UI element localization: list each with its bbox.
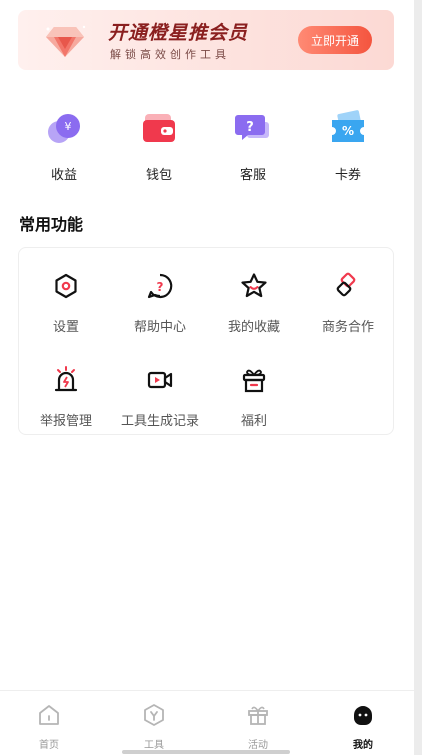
gift-icon	[242, 369, 266, 393]
common-functions-card: 设置 ? 帮助中心 我的收藏 商务合作 举报管理 工具生成记录 福利	[18, 247, 394, 435]
video-record-icon	[147, 371, 173, 389]
alarm-icon	[54, 366, 78, 392]
customer-service-icon: ?	[235, 115, 269, 140]
help-icon: ?	[147, 273, 173, 299]
func-label-report-management: 举报管理	[39, 414, 92, 429]
coin-icon: ¥	[48, 114, 80, 143]
func-label-benefits: 福利	[240, 414, 267, 429]
star-icon	[241, 273, 267, 298]
func-item-report-management[interactable]: 举报管理	[19, 366, 113, 429]
activity-gift-icon	[248, 706, 268, 725]
coupon-icon: %	[332, 110, 364, 142]
profile-icon	[354, 706, 372, 725]
nav-label-tools: 工具	[144, 740, 164, 751]
quick-label-wallet: 钱包	[145, 168, 172, 183]
quick-label-customer-service: 客服	[239, 168, 266, 183]
section-title: 常用功能	[19, 215, 84, 234]
svg-text:?: ?	[157, 280, 164, 294]
svg-text:¥: ¥	[65, 120, 72, 133]
diamond-logo-icon	[46, 25, 86, 57]
quick-item-earnings[interactable]: ¥ 收益	[34, 108, 94, 183]
tools-icon	[144, 704, 164, 726]
nav-item-home[interactable]: 首页	[19, 703, 79, 751]
quick-label-coupon: 卡券	[334, 168, 361, 183]
vip-banner[interactable]: 开通橙星推会员 解锁高效创作工具 立即开通	[18, 10, 394, 70]
vip-title: 开通橙星推会员	[108, 22, 249, 44]
func-label-favorites: 我的收藏	[227, 320, 280, 335]
settings-icon	[55, 273, 77, 299]
quick-item-wallet[interactable]: 钱包	[129, 108, 189, 183]
func-label-help-center: 帮助中心	[133, 320, 186, 335]
quick-item-coupon[interactable]: % 卡券	[318, 108, 378, 183]
home-icon	[39, 705, 59, 725]
func-item-benefits[interactable]: 福利	[207, 366, 301, 429]
wallet-icon	[143, 114, 175, 142]
svg-text:%: %	[342, 124, 354, 138]
func-item-tool-records[interactable]: 工具生成记录	[113, 366, 207, 429]
vip-subtitle: 解锁高效创作工具	[110, 48, 230, 61]
open-vip-button[interactable]: 立即开通	[298, 26, 372, 54]
home-indicator	[122, 750, 290, 754]
cooperation-icon	[336, 272, 356, 297]
func-label-business-cooperation: 商务合作	[321, 320, 374, 335]
scrollbar[interactable]	[414, 0, 422, 755]
func-label-settings: 设置	[52, 320, 79, 335]
nav-label-activity: 活动	[248, 740, 268, 751]
quick-actions: ¥ 收益 钱包 ? 客服 % 卡券	[18, 108, 394, 188]
quick-item-customer-service[interactable]: ? 客服	[223, 108, 283, 183]
svg-text:?: ?	[246, 120, 254, 135]
func-item-settings[interactable]: 设置	[19, 272, 113, 335]
nav-item-mine[interactable]: 我的	[333, 703, 393, 751]
func-item-help-center[interactable]: ? 帮助中心	[113, 272, 207, 335]
nav-label-home: 首页	[39, 740, 59, 751]
func-label-tool-records: 工具生成记录	[120, 414, 199, 429]
quick-label-earnings: 收益	[50, 168, 77, 183]
nav-label-mine: 我的	[353, 740, 373, 751]
func-item-favorites[interactable]: 我的收藏	[207, 272, 301, 335]
nav-item-activity[interactable]: 活动	[228, 703, 288, 751]
nav-item-tools[interactable]: 工具	[124, 703, 184, 751]
func-item-business-cooperation[interactable]: 商务合作	[301, 272, 395, 335]
bottom-nav: 首页 工具 活动 我的	[0, 690, 414, 756]
